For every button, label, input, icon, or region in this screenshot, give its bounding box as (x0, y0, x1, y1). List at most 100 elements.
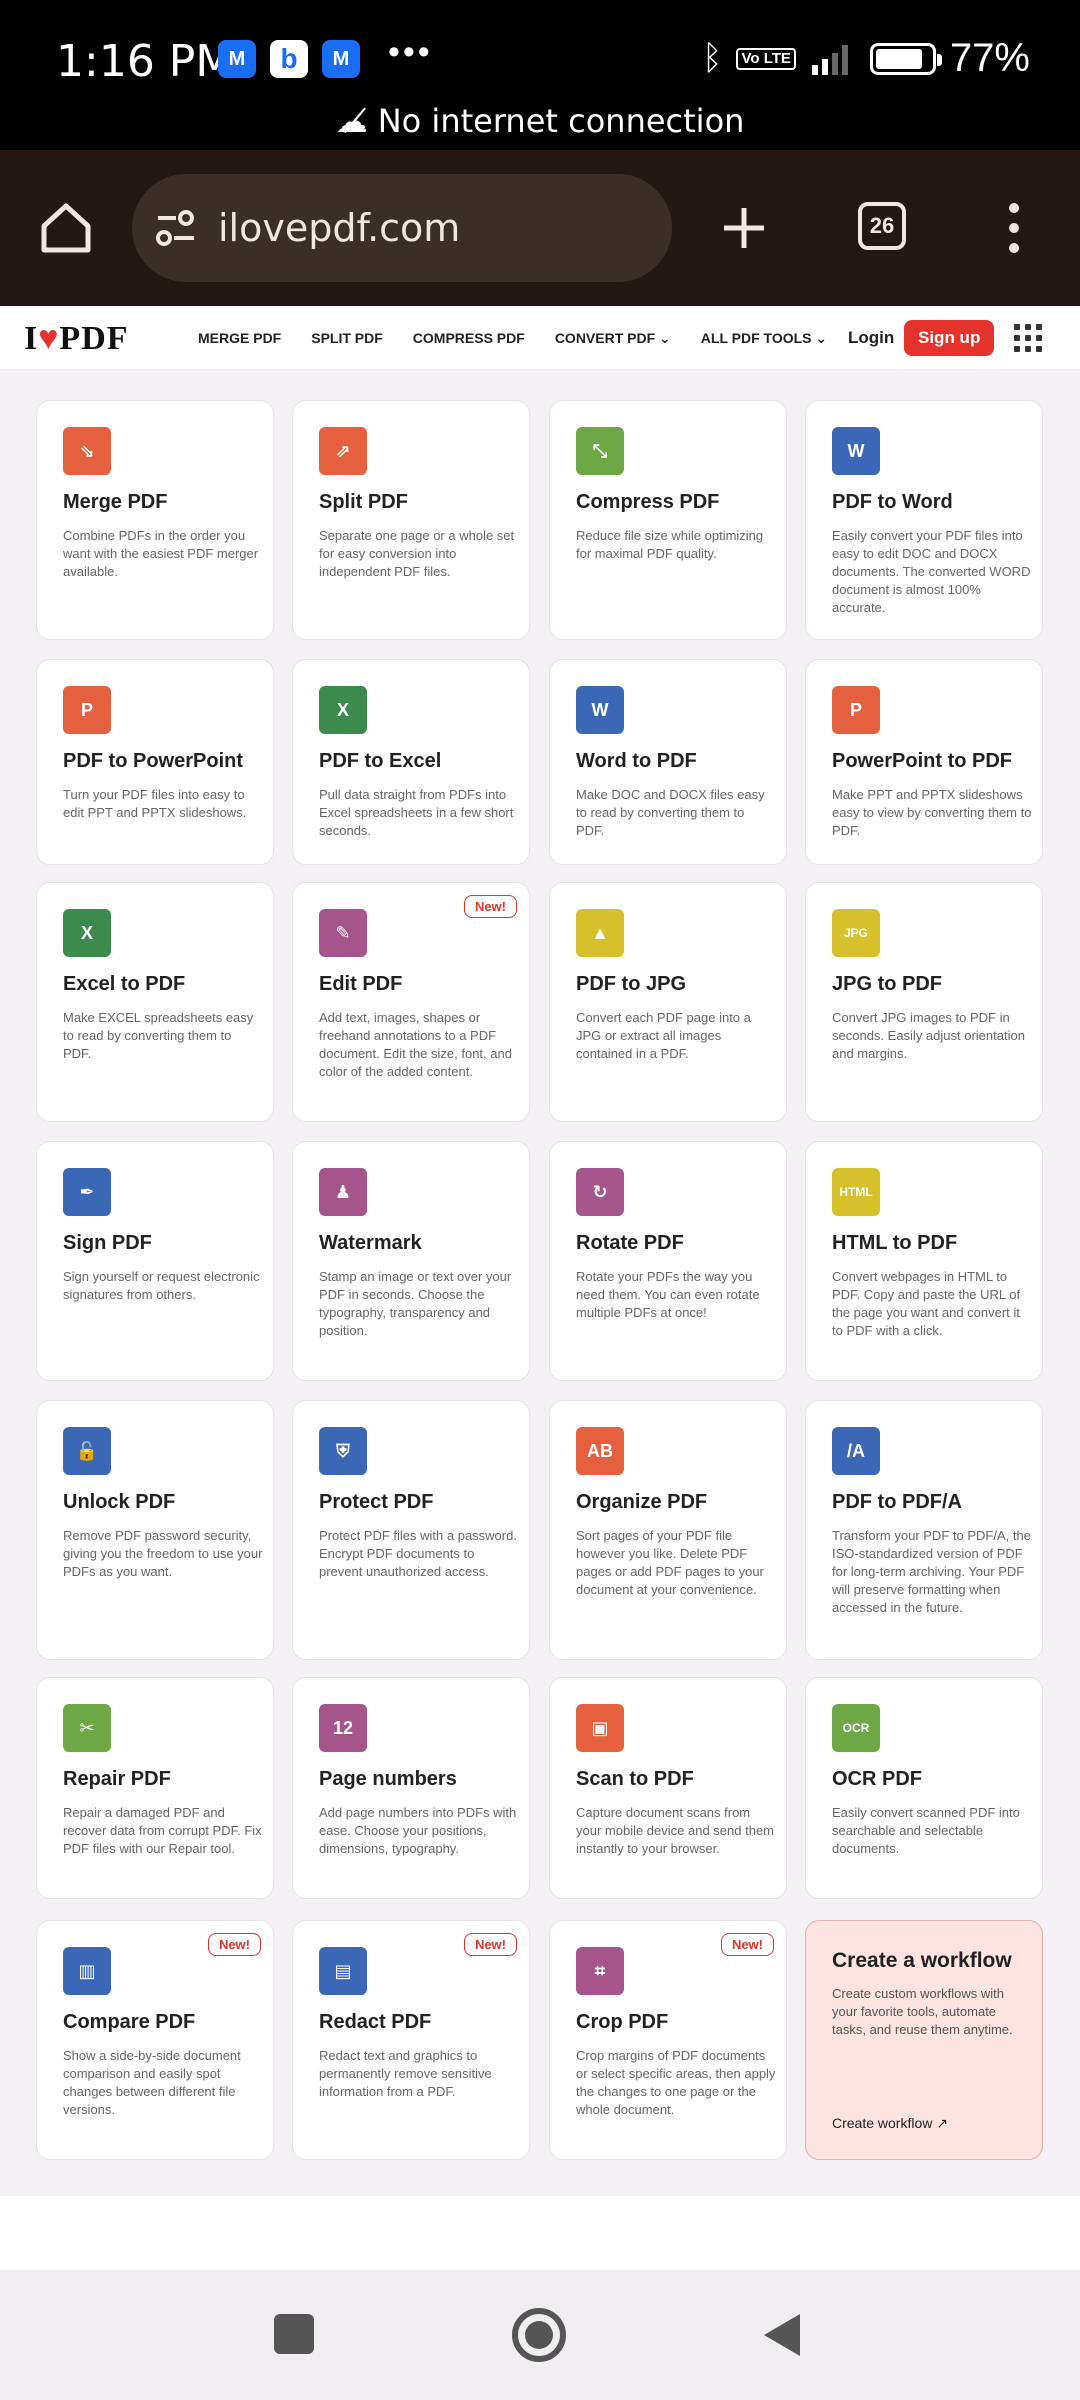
tool-card-protect-pdf[interactable]: ⛨ Protect PDF Protect PDF files with a pas… (292, 1400, 530, 1660)
tool-card-word-to-pdf[interactable]: W Word to PDF Make DOC and DOCX files easy… (549, 659, 787, 865)
new-tab-icon[interactable] (720, 204, 768, 252)
new-badge: New! (720, 1933, 774, 1956)
home-icon[interactable] (38, 200, 94, 256)
tool-card-ocr-pdf[interactable]: OCR OCR PDF Easily convert scanned PDF int… (805, 1677, 1043, 1899)
tool-title: Organize PDF (576, 1491, 708, 1513)
new-badge: New! (463, 895, 517, 918)
tool-title: OCR PDF (832, 1768, 922, 1790)
tool-card-watermark[interactable]: ♟ Watermark Stamp an image or text over yo… (292, 1141, 530, 1381)
tool-icon: JPG (832, 909, 880, 957)
browser-toolbar: ilovepdf.com 26 (0, 150, 1080, 306)
tool-card-unlock-pdf[interactable]: 🔓 Unlock PDF Remove PDF password security,… (36, 1400, 274, 1660)
signal-icon (811, 44, 848, 75)
menu-merge-pdf[interactable]: MERGE PDF (198, 330, 281, 347)
tool-card-powerpoint-to-pdf[interactable]: P PowerPoint to PDF Make PPT and PPTX slid… (805, 659, 1043, 865)
tool-title: PDF to Excel (319, 750, 442, 772)
tool-card-repair-pdf[interactable]: ✂ Repair PDF Repair a damaged PDF and reco… (36, 1677, 274, 1899)
tool-title: PowerPoint to PDF (832, 750, 1012, 772)
arrow-up-right-icon: ↗ (936, 2115, 948, 2131)
tool-title: PDF to JPG (576, 973, 687, 995)
tool-card-pdf-to-word[interactable]: W PDF to Word Easily convert your PDF file… (805, 400, 1043, 640)
tool-icon: ⌗ (576, 1947, 624, 1995)
tool-card-merge-pdf[interactable]: ⇘ Merge PDF Combine PDFs in the order you … (36, 400, 274, 640)
overflow-menu-icon[interactable] (1004, 202, 1024, 254)
login-link[interactable]: Login (848, 328, 894, 348)
tool-icon: ⛨ (319, 1427, 367, 1475)
tool-card-html-to-pdf[interactable]: HTML HTML to PDF Convert webpages in HTML … (805, 1141, 1043, 1381)
site-settings-icon[interactable] (154, 208, 198, 248)
tool-card-pdf-to-pdf-a[interactable]: /A PDF to PDF/A Transform your PDF to PDF/… (805, 1400, 1043, 1660)
tool-title: Unlock PDF (63, 1491, 176, 1513)
menu-compress-pdf[interactable]: COMPRESS PDF (413, 330, 525, 347)
tool-title: Repair PDF (63, 1768, 171, 1790)
tool-description: Easily convert your PDF files into easy … (832, 528, 1031, 615)
home-button[interactable] (512, 2308, 566, 2362)
tool-icon: 🔓 (63, 1427, 111, 1475)
mail-icon: M (322, 40, 360, 78)
menu-all-pdf-tools[interactable]: ALL PDF TOOLS ⌄ (701, 330, 827, 347)
signup-button[interactable]: Sign up (904, 320, 995, 356)
tool-title: Sign PDF (63, 1232, 152, 1254)
tool-title: Excel to PDF (63, 973, 186, 995)
tool-icon: ▣ (576, 1704, 624, 1752)
tool-icon: ♟ (319, 1168, 367, 1216)
tool-card-sign-pdf[interactable]: ✒ Sign PDF Sign yourself or request electr… (36, 1141, 274, 1381)
main-menu: MERGE PDF SPLIT PDF COMPRESS PDF CONVERT… (198, 330, 827, 347)
tool-card-split-pdf[interactable]: ⇗ Split PDF Separate one page or a whole s… (292, 400, 530, 640)
menu-split-pdf[interactable]: SPLIT PDF (311, 330, 383, 347)
tool-card-pdf-to-jpg[interactable]: ▲ PDF to JPG Convert each PDF page into a … (549, 882, 787, 1122)
tool-description: Reduce file size while optimizing for ma… (576, 528, 764, 561)
tool-title: PDF to PDF/A (832, 1491, 962, 1513)
system-icons: ᛒ Vo LTE 77% (702, 36, 1030, 81)
tool-title: Crop PDF (576, 2011, 669, 2033)
tool-description: Capture document scans from your mobile … (576, 1805, 775, 1856)
tab-switcher-button[interactable]: 26 (858, 202, 906, 250)
tool-title: Split PDF (319, 491, 408, 513)
tool-card-excel-to-pdf[interactable]: X Excel to PDF Make EXCEL spreadsheets eas… (36, 882, 274, 1122)
address-bar[interactable]: ilovepdf.com (132, 174, 672, 282)
tool-card-scan-to-pdf[interactable]: ▣ Scan to PDF Capture document scans from … (549, 1677, 787, 1899)
tool-description: Protect PDF files with a password. Encry… (319, 1528, 517, 1579)
tool-icon: ▤ (319, 1947, 367, 1995)
create-workflow-link[interactable]: Create workflow ↗ (832, 2115, 948, 2132)
tool-card-pdf-to-excel[interactable]: X PDF to Excel Pull data straight from PDF… (292, 659, 530, 865)
tool-icon: X (63, 909, 111, 957)
volte-icon: Vo LTE (736, 47, 796, 70)
recents-button[interactable] (274, 2314, 314, 2354)
tool-card-crop-pdf[interactable]: ⌗ Crop PDF Crop margins of PDF documents o… (549, 1920, 787, 2160)
create-workflow-card[interactable]: Create a workflow Create custom workflows… (805, 1920, 1043, 2160)
tool-card-compress-pdf[interactable]: ⤡ Compress PDF Reduce file size while opti… (549, 400, 787, 640)
tool-card-organize-pdf[interactable]: AB Organize PDF Sort pages of your PDF fil… (549, 1400, 787, 1660)
tool-title: Protect PDF (319, 1491, 434, 1513)
back-button[interactable] (760, 2310, 804, 2360)
heart-icon: ♥ (38, 320, 60, 357)
tool-title: Compare PDF (63, 2011, 196, 2033)
tool-title: Scan to PDF (576, 1768, 694, 1790)
tool-card-compare-pdf[interactable]: ▥ Compare PDF Show a side-by-side document… (36, 1920, 274, 2160)
tool-description: Make EXCEL spreadsheets easy to read by … (63, 1010, 254, 1061)
tool-card-redact-pdf[interactable]: ▤ Redact PDF Redact text and graphics to p… (292, 1920, 530, 2160)
apps-grid-icon[interactable] (1014, 324, 1042, 352)
menu-convert-pdf[interactable]: CONVERT PDF ⌄ (555, 330, 671, 347)
more-notifications-icon: ••• (388, 32, 433, 71)
tool-icon: AB (576, 1427, 624, 1475)
tool-icon: X (319, 686, 367, 734)
tool-icon: ▲ (576, 909, 624, 957)
tool-title: Merge PDF (63, 491, 168, 513)
tool-description: Convert JPG images to PDF in seconds. Ea… (832, 1010, 1025, 1061)
tool-card-edit-pdf[interactable]: ✎ Edit PDF Add text, images, shapes or fre… (292, 882, 530, 1122)
tool-description: Rotate your PDFs the way you need them. … (576, 1269, 760, 1320)
tool-card-jpg-to-pdf[interactable]: JPG JPG to PDF Convert JPG images to PDF i… (805, 882, 1043, 1122)
url-text: ilovepdf.com (218, 206, 461, 250)
mail-icon: M (218, 40, 256, 78)
tool-card-rotate-pdf[interactable]: ↻ Rotate PDF Rotate your PDFs the way you … (549, 1141, 787, 1381)
tool-icon: OCR (832, 1704, 880, 1752)
tool-title: Compress PDF (576, 491, 720, 513)
ilovepdf-logo[interactable]: I♥PDF (24, 320, 129, 358)
tool-description: Sort pages of your PDF file however you … (576, 1528, 764, 1597)
tool-card-page-numbers[interactable]: 12 Page numbers Add page numbers into PDFs… (292, 1677, 530, 1899)
bluetooth-icon: ᛒ (702, 39, 723, 77)
cloud-off-icon: ☁̸ (335, 102, 368, 140)
tool-card-pdf-to-powerpoint[interactable]: P PDF to PowerPoint Turn your PDF files in… (36, 659, 274, 865)
tool-icon: W (832, 427, 880, 475)
